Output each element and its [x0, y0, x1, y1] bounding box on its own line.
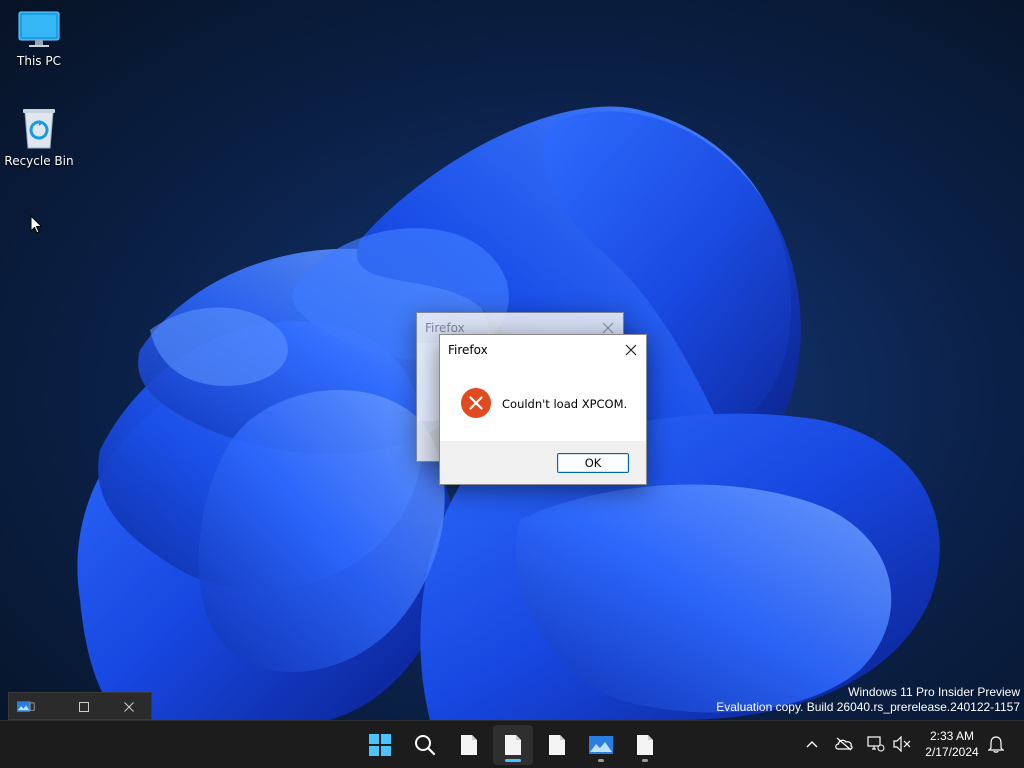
notifications-button[interactable]: [986, 733, 1006, 755]
search-icon: [415, 735, 436, 756]
taskbar-app-photos[interactable]: [581, 725, 621, 765]
close-icon: [124, 702, 134, 712]
maximize-icon: [79, 702, 89, 712]
close-button[interactable]: [120, 698, 138, 716]
desktop-icon-label: This PC: [17, 54, 61, 68]
ok-button[interactable]: OK: [557, 453, 629, 473]
close-icon: [602, 322, 614, 334]
desktop-icon-recycle-bin[interactable]: Recycle Bin: [1, 106, 77, 168]
taskbar: 2:33 AM 2/17/2024: [0, 720, 1024, 768]
active-indicator: [505, 759, 521, 762]
file-icon: [637, 735, 653, 755]
network-disconnected-icon: [867, 736, 885, 752]
watermark-line-1: Windows 11 Pro Insider Preview: [848, 685, 1020, 699]
dialog-title: Firefox: [448, 343, 488, 357]
error-icon: [461, 388, 491, 418]
dialog-body: Couldn't load XPCOM.: [440, 365, 646, 441]
file-icon: [549, 735, 565, 755]
taskbar-app-file-4[interactable]: [625, 725, 665, 765]
recycle-bin-icon: [23, 109, 55, 149]
photo-app-icon: [589, 736, 613, 754]
build-watermark: Windows 11 Pro Insider Preview Evaluatio…: [716, 685, 1020, 715]
watermark-line-2: Evaluation copy. Build 26040.rs_prerelea…: [716, 700, 1020, 714]
search-button[interactable]: [405, 725, 445, 765]
running-indicator: [598, 759, 604, 762]
close-icon: [625, 344, 637, 356]
chevron-up-icon: [806, 741, 818, 748]
onedrive-tray-button[interactable]: [834, 733, 854, 755]
volume-tray-button[interactable]: [892, 733, 912, 755]
cloud-off-icon: [835, 737, 853, 751]
photo-app-icon: [17, 701, 35, 712]
monitor-icon: [18, 11, 60, 47]
desktop-icon-label: Recycle Bin: [4, 154, 74, 168]
error-message: Couldn't load XPCOM.: [502, 397, 628, 411]
clock-date: 2/17/2024: [925, 745, 979, 759]
dialog-title: Firefox: [425, 321, 465, 335]
start-icon: [369, 734, 391, 756]
thumbnail-app-icon: [17, 698, 35, 716]
desktop-icon-this-pc[interactable]: This PC: [1, 10, 77, 68]
network-tray-button[interactable]: [866, 733, 886, 755]
running-indicator: [642, 759, 648, 762]
taskbar-thumbnail-preview[interactable]: [8, 692, 152, 720]
taskbar-app-file-1[interactable]: [449, 725, 489, 765]
maximize-button[interactable]: [75, 698, 93, 716]
dialog-titlebar[interactable]: Firefox: [440, 335, 646, 365]
taskbar-app-file-3[interactable]: [537, 725, 577, 765]
file-icon: [505, 735, 521, 755]
file-icon: [461, 735, 477, 755]
volume-muted-icon: [893, 736, 911, 752]
bell-icon: [988, 736, 1004, 753]
start-button[interactable]: [360, 725, 400, 765]
show-hidden-icons-button[interactable]: [802, 733, 822, 755]
mouse-cursor-icon: [30, 215, 43, 234]
taskbar-clock[interactable]: 2:33 AM 2/17/2024: [914, 728, 990, 760]
close-button[interactable]: [616, 335, 646, 365]
clock-time: 2:33 AM: [929, 729, 975, 743]
firefox-error-dialog[interactable]: Firefox Couldn't load XPCOM. OK: [439, 334, 647, 485]
taskbar-app-file-2[interactable]: [493, 725, 533, 765]
